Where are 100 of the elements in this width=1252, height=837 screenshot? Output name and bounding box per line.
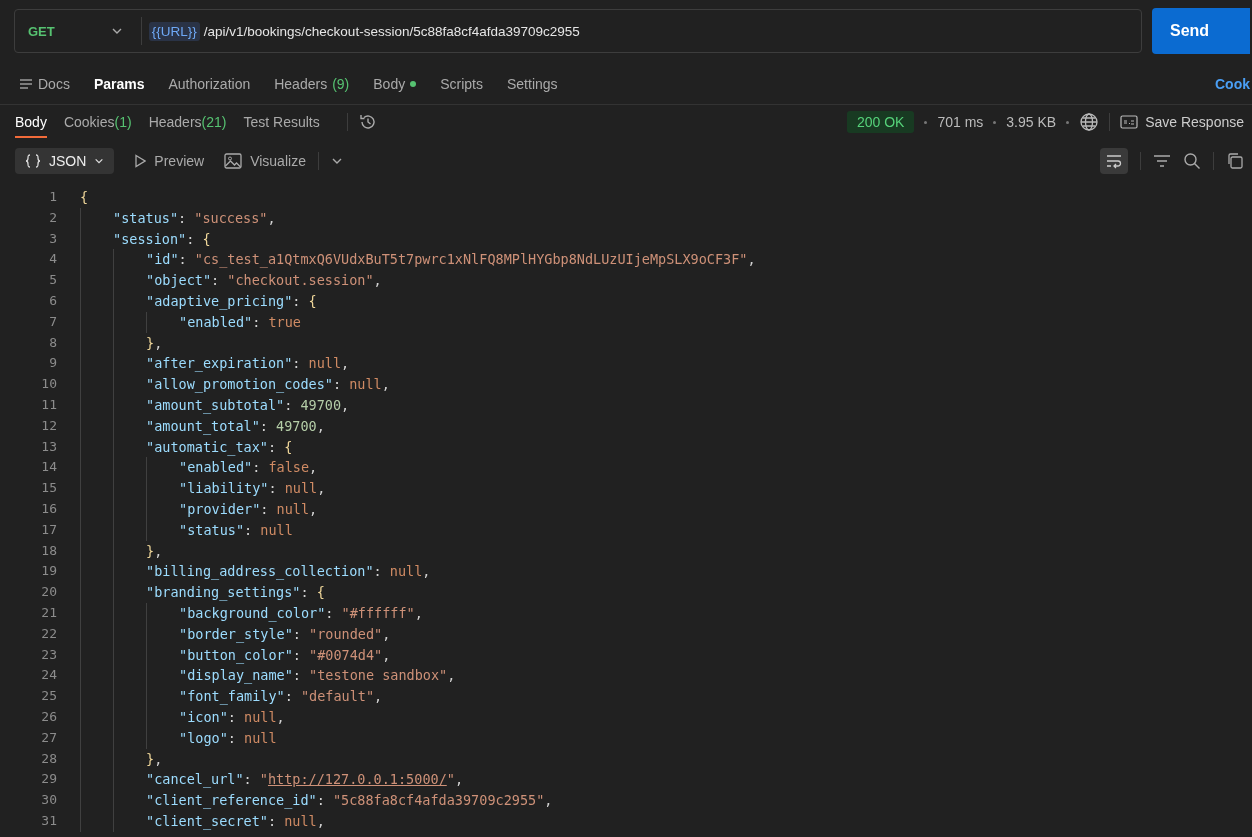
copy-icon[interactable] [1226,152,1244,170]
line-number: 30 [40,791,57,810]
send-button[interactable]: Send [1152,8,1252,54]
brace: } [146,334,155,351]
json-key: "automatic_tax" [146,438,268,455]
save-response-button[interactable]: Save Response [1120,114,1244,130]
line-number: 7 [48,312,57,331]
example-icon [1120,115,1139,129]
line-number: 17 [40,520,57,539]
status-badge: 200 OK [846,111,915,133]
brace: { [316,584,325,601]
cookies-link[interactable]: Cook [1215,75,1250,92]
json-key: "button_color" [179,646,293,663]
request-tab[interactable]: Authorization [168,75,251,92]
punctuation: : [292,646,302,663]
line-number: 28 [40,749,57,768]
history-icon[interactable] [357,112,378,132]
line-number: 23 [40,645,57,664]
json-string: "cs_test_a1QtmxQ6VUdxBuT5t7pwrc1xNlFQ8MPlHYGbp8NdLUzUIjeMpSLX9oCF3F" [194,251,748,268]
request-tab[interactable]: Scripts [440,75,483,92]
json-literal: true [268,313,301,330]
request-tab[interactable]: Params [93,75,145,92]
json-string: "#0074d4" [309,646,383,663]
json-key: "client_secret" [146,812,268,829]
line-number: 18 [40,541,57,560]
punctuation: : [252,459,262,476]
json-string: " [259,771,268,788]
punctuation: , [414,604,423,621]
search-icon[interactable] [1183,152,1201,170]
url-field[interactable]: GET {{URL}} /api/v1/bookings/checkout-session/5c88fa8cf4afda39709c2955 [14,9,1142,53]
json-key: "adaptive_pricing" [146,293,293,309]
brace: { [202,230,211,247]
json-literal: null [308,355,342,372]
url-link[interactable]: http://127.0.0.1:5000/ [267,771,447,788]
lines-icon [19,77,33,90]
punctuation: , [374,688,383,705]
json-literal: false [268,459,310,476]
brace: } [146,542,155,559]
response-tab[interactable]: Cookies(1) [63,106,132,138]
punctuation: , [373,272,382,289]
line-number: 9 [48,354,57,373]
json-literal: null [244,708,277,725]
line-number: 19 [40,562,57,581]
visualize-button[interactable]: Visualize [224,153,306,169]
punctuation: , [747,251,756,268]
url-variable: {{URL}} [148,21,200,41]
punctuation: : [373,563,383,580]
preview-button[interactable]: Preview [134,153,205,169]
punctuation: , [317,480,326,497]
json-literal: null [349,376,382,393]
json-string: "#ffffff" [341,604,415,621]
punctuation: : [178,251,188,268]
punctuation: : [244,521,254,538]
request-tab[interactable]: Settings [507,75,558,92]
line-number: 26 [40,707,57,726]
punctuation: : [259,417,269,434]
json-key: "status" [113,209,179,226]
json-key: "background_color" [179,604,326,621]
json-key: "display_name" [179,667,293,684]
line-number: 5 [48,271,57,290]
wrap-icon [1105,153,1123,169]
punctuation: , [316,812,325,829]
punctuation: : [268,480,278,497]
response-tab[interactable]: Headers(21) [148,106,227,138]
filter-icon[interactable] [1153,154,1171,168]
request-tab[interactable]: Docs [19,75,70,92]
punctuation: , [154,542,163,559]
json-string: "5c88fa8cf4afda39709c2955" [332,792,545,809]
line-number: 2 [48,208,57,227]
punctuation: : [186,230,196,247]
punctuation: : [267,812,278,829]
punctuation: , [382,646,391,663]
json-literal: null [284,812,317,829]
word-wrap-button[interactable] [1100,148,1128,174]
request-tab[interactable]: Body [373,75,417,92]
format-dropdown[interactable]: JSON [15,148,115,174]
punctuation: , [154,334,163,351]
line-number: 24 [40,666,57,685]
punctuation: : [292,625,302,642]
brace: { [80,189,89,205]
json-key: "liability" [179,480,269,497]
globe-icon[interactable] [1079,112,1100,132]
punctuation: , [454,771,464,788]
punctuation: , [316,417,325,434]
line-number: 15 [40,479,57,498]
response-tab[interactable]: Body [15,106,47,138]
line-number: 4 [48,250,57,269]
json-key: "enabled" [179,459,253,476]
json-literal: null [276,500,310,517]
image-icon [224,153,243,169]
line-number: 27 [40,728,57,747]
json-number: 49700 [300,396,342,413]
punctuation: : [260,500,270,517]
request-tab[interactable]: Headers (9) [274,75,350,92]
method-dropdown[interactable]: GET [15,23,141,39]
play-icon [134,154,147,168]
response-size: 3.95 KB [1006,114,1057,130]
response-tab[interactable]: Test Results [243,106,320,138]
punctuation: : [300,584,310,601]
line-number: 16 [40,499,57,518]
